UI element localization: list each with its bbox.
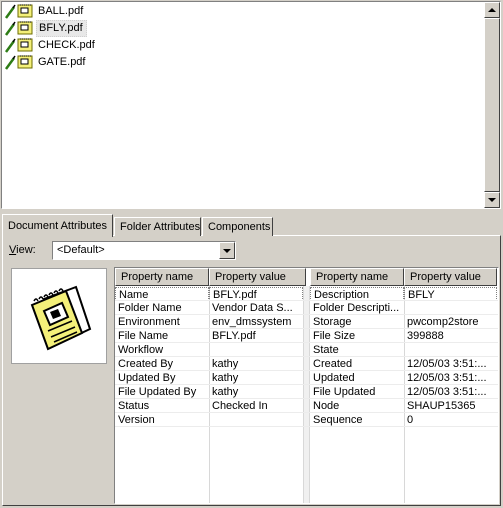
property-value-cell: BFLY.pdf xyxy=(209,287,303,301)
row-rule xyxy=(115,426,498,427)
property-name-cell: Updated xyxy=(313,372,355,384)
property-name-cell: Folder Descripti... xyxy=(313,302,400,314)
property-name-cell: Created xyxy=(313,358,353,370)
property-value-cell: Checked In xyxy=(212,400,268,412)
property-value-cell: 399888 xyxy=(407,330,444,342)
property-name-cell: Updated By xyxy=(118,372,176,384)
property-name-cell: Status xyxy=(118,400,150,412)
property-value-cell: pwcomp2store xyxy=(407,316,479,328)
pdf-document-icon xyxy=(4,38,33,53)
tab-components[interactable]: Components xyxy=(202,217,273,236)
table-row[interactable]: Workflow State xyxy=(115,343,498,357)
property-value-cell xyxy=(209,343,303,357)
arrow-down-icon xyxy=(488,198,496,202)
chevron-down-icon xyxy=(223,248,231,253)
document-list-items: BALL.pdf BFLY.pdf CHECK.pdf GATE.pdf xyxy=(2,2,484,208)
property-value-cell xyxy=(209,413,303,427)
pdf-document-icon xyxy=(4,21,33,36)
document-item-check[interactable]: CHECK.pdf xyxy=(4,37,98,54)
property-name-cell: Version xyxy=(118,414,155,426)
property-name-cell: File Updated xyxy=(313,386,376,398)
property-value-cell: kathy xyxy=(212,386,239,398)
document-list[interactable]: BALL.pdf BFLY.pdf CHECK.pdf GATE.pdf xyxy=(1,1,501,209)
property-value-cell: env_dmssystem xyxy=(212,316,292,328)
tab-label: Document Attributes xyxy=(8,220,108,232)
property-value-cell: kathy xyxy=(212,358,239,370)
notepad-document-icon xyxy=(30,285,92,351)
grid-header: Property name Property value Property na… xyxy=(115,268,498,286)
column-header-property-value[interactable]: Property value xyxy=(209,268,306,286)
property-name-cell: File Size xyxy=(313,330,356,342)
column-header-property-value-2[interactable]: Property value xyxy=(404,268,497,286)
table-row[interactable]: Folder Name Vendor Data S... Folder Descri… xyxy=(115,301,498,315)
property-value-cell: 12/05/03 3:51:... xyxy=(407,358,487,370)
property-name-cell: Storage xyxy=(313,316,352,328)
view-label-text: iew: xyxy=(16,244,36,256)
arrow-up-icon xyxy=(488,8,496,12)
document-item-label: GATE.pdf xyxy=(38,56,86,68)
property-value-cell: 12/05/03 3:51:... xyxy=(407,372,487,384)
property-name-cell: Name xyxy=(115,287,209,301)
property-value-cell: kathy xyxy=(212,372,239,384)
property-name-cell: Workflow xyxy=(118,344,164,356)
tab-folder-attributes[interactable]: Folder Attributes xyxy=(114,217,201,236)
table-row[interactable]: File Name BFLY.pdf File Size 399888 xyxy=(115,329,498,343)
table-row[interactable]: Created By kathy Created 12/05/03 3:51:... xyxy=(115,357,498,371)
property-name-cell: State xyxy=(313,344,339,356)
document-item-bfly[interactable]: BFLY.pdf xyxy=(4,20,87,37)
property-value-cell: BFLY.pdf xyxy=(212,330,256,342)
property-name-cell: Sequence xyxy=(313,414,363,426)
view-select[interactable]: <Default> xyxy=(52,241,236,260)
view-dropdown-button[interactable] xyxy=(219,242,235,259)
column-header-property-name-2[interactable]: Property name xyxy=(310,268,404,286)
document-item-label: BFLY.pdf xyxy=(36,20,87,37)
tab-strip: Document Attributes Folder Attributes Co… xyxy=(2,214,500,237)
document-item-gate[interactable]: GATE.pdf xyxy=(4,54,88,71)
property-value-cell xyxy=(404,301,497,315)
tab-label: Components xyxy=(208,221,271,233)
scroll-up-button[interactable] xyxy=(484,2,500,18)
document-item-label: CHECK.pdf xyxy=(38,39,95,51)
property-name-cell: Created By xyxy=(118,358,174,370)
property-value-cell: BFLY xyxy=(404,287,497,301)
scroll-thumb[interactable] xyxy=(484,18,500,192)
pdf-document-icon xyxy=(4,55,33,70)
property-name-cell: File Name xyxy=(118,330,169,342)
document-item-ball[interactable]: BALL.pdf xyxy=(4,3,86,20)
view-label: View: xyxy=(9,244,36,256)
tab-document-attributes[interactable]: Document Attributes xyxy=(2,214,113,237)
property-name-cell: Node xyxy=(313,400,340,412)
property-name-cell: Description xyxy=(310,287,404,301)
scroll-down-button[interactable] xyxy=(484,192,500,208)
property-value-cell: Vendor Data S... xyxy=(212,302,293,314)
table-row[interactable]: Status Checked In Node SHAUP15365 xyxy=(115,399,498,413)
property-name-cell: Environment xyxy=(118,316,180,328)
table-row[interactable]: Updated By kathy Updated 12/05/03 3:51:... xyxy=(115,371,498,385)
property-value-cell: 12/05/03 3:51:... xyxy=(407,386,487,398)
document-list-scrollbar[interactable] xyxy=(484,2,500,208)
attribute-grid[interactable]: Property name Property value Property na… xyxy=(114,267,499,504)
document-preview xyxy=(11,268,107,364)
document-item-label: BALL.pdf xyxy=(38,5,84,17)
property-name-cell: Folder Name xyxy=(118,302,182,314)
table-row[interactable]: Version Sequence 0 xyxy=(115,413,498,427)
column-header-property-name[interactable]: Property name xyxy=(115,268,209,286)
view-select-value: <Default> xyxy=(57,244,105,256)
pdf-document-icon xyxy=(4,4,33,19)
table-row[interactable]: File Updated By kathy File Updated 12/05/03… xyxy=(115,385,498,399)
property-value-cell xyxy=(404,343,497,357)
property-value-cell: 0 xyxy=(407,414,414,426)
property-value-cell: SHAUP15365 xyxy=(407,400,476,412)
table-row[interactable]: Environment env_dmssystem Storage pwcomp2st… xyxy=(115,315,498,329)
table-row[interactable]: Name BFLY.pdf Description BFLY xyxy=(115,287,498,301)
tab-label: Folder Attributes xyxy=(120,221,201,233)
property-name-cell: File Updated By xyxy=(118,386,197,398)
